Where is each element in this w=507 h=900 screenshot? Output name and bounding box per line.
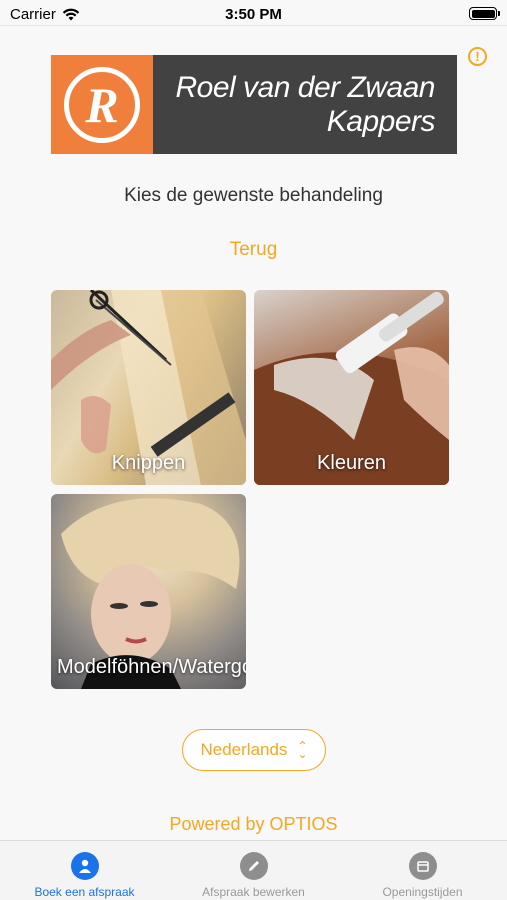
treatment-tile-knippen[interactable]: Knippen: [51, 290, 246, 485]
language-select[interactable]: Nederlands ⌃ ⌄: [182, 729, 326, 771]
logo-line-kappers: Kappers: [326, 105, 436, 138]
chevron-updown-icon: ⌃ ⌄: [297, 739, 308, 761]
tab-label: Boek een afspraak: [34, 885, 135, 899]
battery-icon: [469, 7, 500, 20]
calendar-icon: [408, 852, 437, 880]
powered-by-label: Powered by OPTIOS: [169, 814, 338, 834]
status-time: 3:50 PM: [225, 6, 282, 23]
tab-boek-afspraak[interactable]: Boek een afspraak: [0, 841, 169, 900]
tab-bar: Boek een afspraak Afspraak bewerken Open…: [0, 840, 507, 900]
tab-label: Afspraak bewerken: [202, 885, 305, 899]
salon-logo: R Roel van der Zwaan Kappers: [51, 55, 457, 154]
treatment-label: Kleuren: [317, 452, 386, 474]
status-divider: [0, 25, 507, 26]
screen: Carrier 3:50 PM ! R Roel van der Zwaan K…: [0, 0, 507, 900]
tab-label: Openingstijden: [382, 885, 463, 899]
treatment-tile-modelfohnen[interactable]: Modelföhnen/Watergolf: [51, 494, 246, 689]
back-button[interactable]: Terug: [0, 239, 507, 261]
logo-mark: R: [51, 55, 153, 154]
tab-openingstijden[interactable]: Openingstijden: [338, 841, 507, 900]
battery-fill: [471, 9, 495, 18]
treatment-label: Modelföhnen/Watergolf: [57, 656, 246, 678]
info-icon[interactable]: !: [468, 47, 487, 66]
logo-text: Roel van der Zwaan Kappers: [153, 55, 457, 154]
treatment-tile-kleuren[interactable]: Kleuren: [254, 290, 449, 485]
status-bar: Carrier 3:50 PM: [0, 0, 507, 28]
tab-afspraak-bewerken[interactable]: Afspraak bewerken: [169, 841, 338, 900]
treatment-label: Knippen: [111, 452, 186, 474]
logo-line-name: Roel van der Zwaan: [175, 71, 436, 104]
pencil-icon: [239, 852, 268, 880]
language-value: Nederlands: [200, 740, 288, 759]
page-heading: Kies de gewenste behandeling: [124, 185, 383, 206]
logo-letter: R: [64, 66, 140, 143]
person-icon: [70, 852, 99, 880]
